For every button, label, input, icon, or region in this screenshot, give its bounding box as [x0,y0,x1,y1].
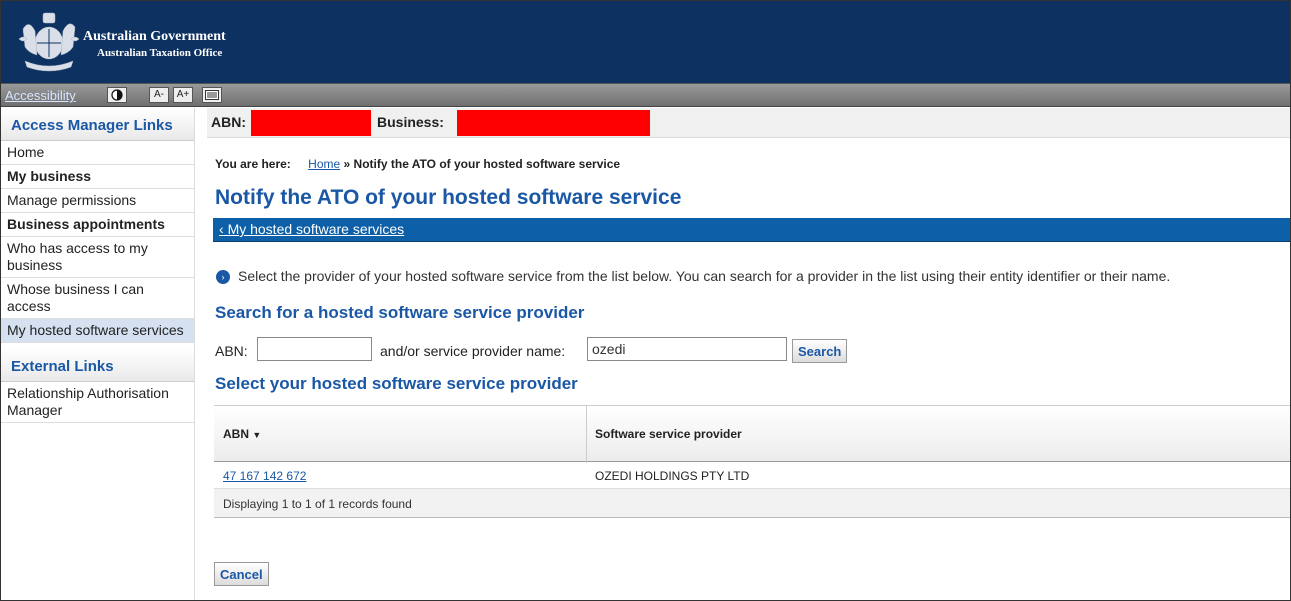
gov-line-2: Australian Taxation Office [97,47,223,59]
sort-down-icon: ▼ [252,430,262,440]
provider-table: ABN ▼ Software service provider 47 167 1… [214,405,1290,518]
gov-name: Australian Government Australian Taxatio… [83,29,226,61]
sidebar: Access Manager Links Home My business Ma… [1,108,195,600]
accessibility-link[interactable]: Accessibility [5,88,76,103]
table-row: 47 167 142 672 OZEDI HOLDINGS PTY LTD [214,462,1290,489]
name-field-label: and/or service provider name: [380,343,566,359]
sidebar-item-my-business[interactable]: My business [1,165,194,189]
back-link[interactable]: ‹ My hosted software services [219,221,404,237]
abn-redaction [251,110,371,136]
text-larger-button[interactable]: A+ [173,87,193,103]
gov-header: Australian Government Australian Taxatio… [1,1,1290,83]
breadcrumb-separator: » [343,157,351,171]
back-link-label: My hosted software services [227,221,405,237]
column-divider [586,406,587,463]
sidebar-item-whose-business[interactable]: Whose business I can access [1,278,194,319]
business-redaction [457,110,650,136]
business-label: Business: [377,114,444,130]
breadcrumb: You are here: Home » Notify the ATO of y… [215,157,620,171]
table-footer: Displaying 1 to 1 of 1 records found [214,489,1290,518]
sidebar-item-who-has-access[interactable]: Who has access to my business [1,237,194,278]
column-header-abn-label: ABN [223,427,249,441]
sidebar-item-business-appointments[interactable]: Business appointments [1,213,194,237]
breadcrumb-home-link[interactable]: Home [308,157,340,171]
page-title: Notify the ATO of your hosted software s… [215,186,682,209]
abn-input[interactable] [257,337,372,361]
back-bar: ‹ My hosted software services [213,218,1290,242]
info-arrow-icon: › [216,270,230,284]
search-button[interactable]: Search [792,339,848,363]
records-count: Displaying 1 to 1 of 1 records found [223,497,412,511]
search-heading: Search for a hosted software service pro… [215,303,585,322]
row-abn-link[interactable]: 47 167 142 672 [223,469,306,483]
sidebar-item-manage-permissions[interactable]: Manage permissions [1,189,194,213]
sidebar-item-hosted-software[interactable]: My hosted software services [1,319,194,343]
text-smaller-button[interactable]: A- [149,87,169,103]
column-header-provider[interactable]: Software service provider [595,427,742,441]
abn-business-bar: ABN: Business: [207,108,1290,138]
breadcrumb-current: Notify the ATO of your hosted software s… [353,157,621,171]
gov-line-1: Australian Government [83,29,226,44]
main-content: ABN: Business: You are here: Home » Noti… [207,108,1290,600]
chevron-left-icon: ‹ [219,221,228,237]
coat-of-arms-icon [18,12,80,72]
layout-icon[interactable] [202,87,222,103]
cancel-button[interactable]: Cancel [214,562,269,586]
sidebar-item-home[interactable]: Home [1,141,194,165]
column-header-abn[interactable]: ABN ▼ [223,427,261,441]
provider-name-input[interactable] [587,337,787,361]
contrast-icon[interactable] [107,87,127,103]
sidebar-heading-external-links: External Links [1,349,194,382]
select-heading: Select your hosted software service prov… [215,374,578,393]
breadcrumb-prefix: You are here: [215,157,291,171]
accessibility-bar: Accessibility A- A+ [1,83,1290,107]
sidebar-item-ram[interactable]: Relationship Authorisation Manager [1,382,194,423]
app-frame: Australian Government Australian Taxatio… [0,0,1291,601]
info-text: Select the provider of your hosted softw… [238,268,1171,284]
table-header: ABN ▼ Software service provider [214,405,1290,463]
row-provider-name: OZEDI HOLDINGS PTY LTD [595,469,750,483]
abn-field-label: ABN: [215,343,248,359]
abn-label: ABN: [211,114,246,130]
sidebar-heading-access-manager: Access Manager Links [1,108,194,141]
